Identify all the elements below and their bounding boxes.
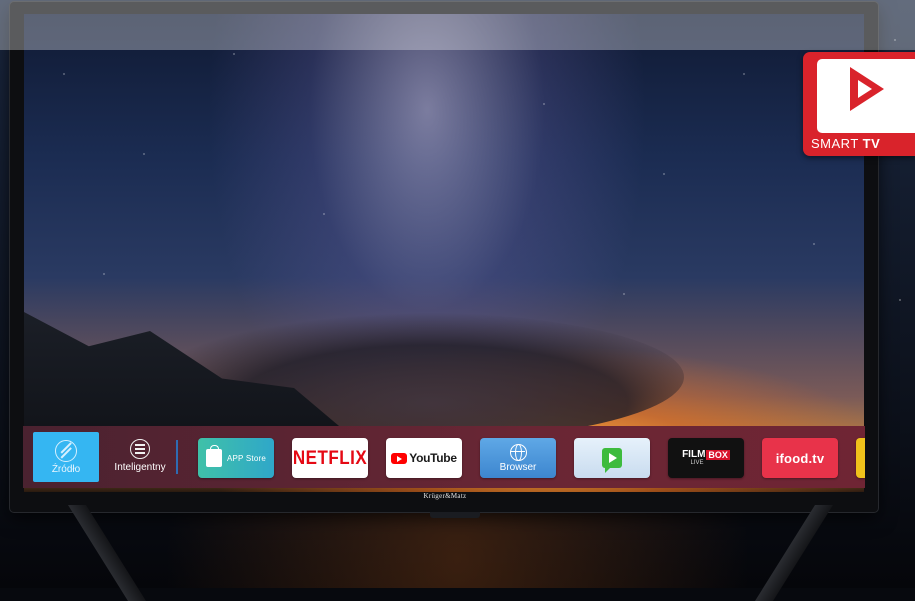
badge-word-tv: TV [862, 136, 881, 151]
app-launcher-bar: Źródło Inteligentny APP Store NETFLIX Yo… [23, 426, 865, 488]
top-haze-overlay [0, 0, 915, 50]
source-icon [55, 439, 77, 462]
filmbox-box-text: BOX [706, 449, 730, 460]
ifood-tile[interactable]: ifood.tv [762, 438, 838, 478]
source-label: Źródło [51, 463, 81, 475]
badge-inner-panel [817, 59, 915, 133]
ifood-logo: ifood.tv [775, 450, 825, 466]
smart-tv-badge: SMART TV [803, 52, 915, 156]
filmbox-film-text: FILM [682, 449, 706, 460]
netflix-tile[interactable]: NETFLIX [292, 438, 368, 478]
filmbox-tile[interactable]: FILM BOX LIVE [668, 438, 744, 478]
bar-divider [176, 440, 178, 474]
tv-bezel: Źródło Inteligentny APP Store NETFLIX Yo… [10, 2, 878, 518]
browser-tile[interactable]: Browser [480, 438, 556, 478]
source-button[interactable]: Źródło [33, 432, 99, 482]
badge-text: SMART TV [811, 136, 880, 151]
app-store-label: APP Store [226, 453, 266, 463]
youtube-play-icon [391, 452, 408, 464]
tv-stand-bump [430, 512, 480, 518]
smart-label: Inteligentny [114, 462, 166, 473]
partial-app-tile[interactable] [856, 438, 865, 478]
filmbox-live-text: LIVE [690, 460, 704, 466]
chat-app-tile[interactable] [574, 438, 650, 478]
shopping-bag-icon [205, 445, 222, 467]
app-store-tile[interactable]: APP Store [198, 438, 274, 478]
brand-logo: Krüger&Matz [423, 492, 467, 500]
play-icon-cutout [858, 80, 872, 98]
settings-sliders-icon [130, 439, 150, 459]
youtube-logo: YouTube [409, 451, 457, 465]
badge-word-smart: SMART [811, 136, 859, 151]
chat-play-icon [602, 448, 622, 473]
tv-screen [24, 14, 864, 492]
netflix-logo: NETFLIX [292, 446, 368, 469]
globe-icon [509, 443, 527, 461]
smart-button[interactable]: Inteligentny [107, 434, 173, 478]
youtube-tile[interactable]: YouTube [386, 438, 462, 478]
browser-label: Browser [499, 461, 537, 473]
